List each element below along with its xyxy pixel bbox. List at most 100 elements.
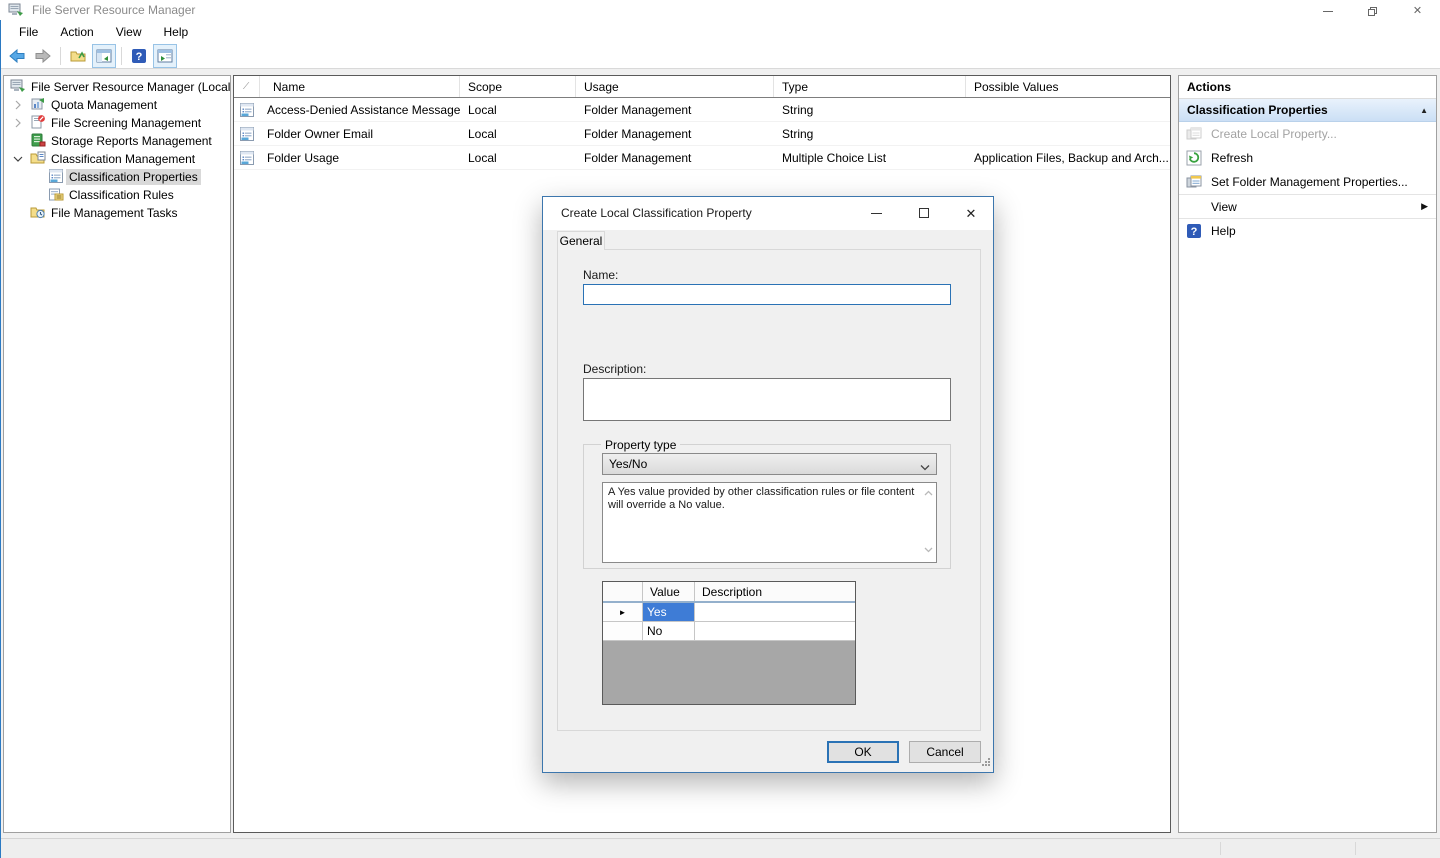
current-row-indicator-icon: ► — [619, 608, 627, 617]
grid-row-header[interactable]: ► — [603, 603, 643, 621]
action-label: Create Local Property... — [1211, 127, 1337, 141]
toolbar: ? — [0, 42, 178, 69]
show-action-pane-button[interactable] — [153, 44, 177, 68]
create-local-property-icon — [1186, 126, 1202, 142]
help-button[interactable]: ? — [127, 44, 151, 68]
collapse-section-icon[interactable]: ▲ — [1420, 106, 1428, 115]
tree-item-label: File Server Resource Manager (Local) — [28, 79, 231, 95]
server-icon — [10, 78, 26, 97]
tree-item-classification-rules[interactable]: Classification Rules — [4, 186, 230, 204]
list-row-folder-usage[interactable]: Folder Usage Local Folder Management Mul… — [234, 146, 1170, 170]
cell-possible-values — [966, 122, 1170, 145]
description-input[interactable] — [583, 378, 951, 421]
help-icon: ? — [131, 48, 147, 64]
svg-text:?: ? — [136, 51, 143, 63]
forward-button[interactable] — [31, 44, 55, 68]
action-set-folder-management-properties[interactable]: Set Folder Management Properties... — [1179, 170, 1436, 194]
tree-item-label: Storage Reports Management — [48, 133, 215, 149]
close-icon: ✕ — [1413, 6, 1422, 17]
status-bar — [0, 838, 1440, 858]
grid-row-yes[interactable]: ► Yes — [603, 603, 855, 622]
dialog-titlebar[interactable]: Create Local Classification Property ✕ — [543, 197, 993, 230]
cancel-button[interactable]: Cancel — [909, 741, 981, 763]
ok-button[interactable]: OK — [827, 741, 899, 763]
set-folder-management-properties-icon — [1186, 174, 1202, 190]
tree-item-quota-management[interactable]: Quota Management — [4, 96, 230, 114]
tree-item-storage-reports-management[interactable]: Storage Reports Management — [4, 132, 230, 150]
tree-item-classification-management[interactable]: Classification Management — [4, 150, 230, 168]
cell-usage: Folder Management — [576, 146, 774, 169]
resize-grip[interactable] — [980, 755, 990, 769]
cell-possible-values — [966, 98, 1170, 121]
action-view[interactable]: View ▶ — [1179, 194, 1436, 218]
column-header-sort[interactable]: ∕ — [234, 76, 260, 97]
menu-file[interactable]: File — [8, 23, 49, 41]
create-local-classification-property-dialog: Create Local Classification Property ✕ G… — [542, 196, 994, 773]
dialog-maximize-button[interactable] — [909, 203, 939, 223]
grid-cell-description[interactable] — [695, 603, 855, 621]
menu-action[interactable]: Action — [49, 23, 104, 41]
grid-cell-value[interactable]: No — [643, 622, 695, 640]
up-one-level-button[interactable] — [66, 44, 90, 68]
action-refresh[interactable]: Refresh — [1179, 146, 1436, 170]
submenu-arrow-icon: ▶ — [1421, 201, 1428, 212]
action-create-local-property: Create Local Property... — [1179, 122, 1436, 146]
tree-item-classification-properties[interactable]: Classification Properties — [4, 168, 230, 186]
console-tree-pane: File Server Resource Manager (Local) Quo… — [3, 75, 231, 833]
tab-general[interactable]: General — [557, 231, 605, 250]
name-input[interactable] — [583, 284, 951, 305]
column-header-name[interactable]: Name — [260, 76, 460, 97]
dialog-title: Create Local Classification Property — [561, 206, 752, 220]
chevron-down-icon[interactable] — [13, 154, 23, 164]
action-help[interactable]: ? Help — [1179, 218, 1436, 242]
column-header-scope[interactable]: Scope — [460, 76, 576, 97]
action-label: Help — [1211, 224, 1236, 238]
list-row-access-denied-assistance-message[interactable]: Access-Denied Assistance Message Local F… — [234, 98, 1170, 122]
grid-corner-cell[interactable] — [603, 582, 643, 601]
grid-column-value[interactable]: Value — [643, 582, 695, 601]
close-button[interactable]: ✕ — [1395, 0, 1440, 22]
chevron-right-icon[interactable] — [13, 100, 23, 110]
restore-button[interactable] — [1350, 0, 1395, 22]
show-console-tree-button[interactable] — [92, 44, 116, 68]
name-label: Name: — [583, 268, 618, 282]
property-icon — [234, 146, 260, 169]
close-icon: ✕ — [966, 207, 977, 220]
grid-column-description[interactable]: Description — [695, 582, 855, 601]
dialog-close-button[interactable]: ✕ — [956, 203, 986, 223]
tree-item-file-management-tasks[interactable]: File Management Tasks — [4, 204, 230, 222]
dialog-minimize-button[interactable] — [861, 203, 891, 223]
storage-reports-icon — [30, 132, 46, 151]
scroll-up-icon[interactable] — [924, 488, 933, 501]
tree-item-root[interactable]: File Server Resource Manager (Local) — [4, 78, 230, 96]
menu-help[interactable]: Help — [153, 23, 200, 41]
property-icon — [234, 122, 260, 145]
quota-management-icon — [30, 96, 46, 115]
classification-management-icon — [30, 150, 46, 169]
scroll-down-icon[interactable] — [924, 544, 933, 557]
list-row-folder-owner-email[interactable]: Folder Owner Email Local Folder Manageme… — [234, 122, 1170, 146]
cell-type: String — [774, 122, 966, 145]
chevron-right-icon[interactable] — [13, 118, 23, 128]
cell-type: Multiple Choice List — [774, 146, 966, 169]
column-header-possible-values[interactable]: Possible Values — [966, 76, 1170, 97]
minimize-button[interactable] — [1305, 0, 1350, 22]
actions-section-header[interactable]: Classification Properties ▲ — [1179, 99, 1436, 122]
menu-view[interactable]: View — [105, 23, 153, 41]
grid-row-header[interactable] — [603, 622, 643, 640]
actions-section-label: Classification Properties — [1187, 103, 1328, 117]
tree-item-file-screening-management[interactable]: File Screening Management — [4, 114, 230, 132]
column-header-usage[interactable]: Usage — [576, 76, 774, 97]
tree-item-label: Classification Properties — [66, 169, 201, 185]
grid-cell-description[interactable] — [695, 622, 855, 640]
file-management-tasks-icon — [30, 204, 46, 223]
property-type-dropdown[interactable]: Yes/No — [602, 453, 937, 475]
description-label: Description: — [583, 362, 646, 376]
chevron-down-icon — [920, 461, 930, 475]
column-header-type[interactable]: Type — [774, 76, 966, 97]
grid-cell-value[interactable]: Yes — [643, 603, 695, 621]
toolbar-separator — [121, 47, 122, 65]
grid-row-no[interactable]: No — [603, 622, 855, 641]
back-button[interactable] — [5, 44, 29, 68]
refresh-icon — [1186, 150, 1202, 166]
